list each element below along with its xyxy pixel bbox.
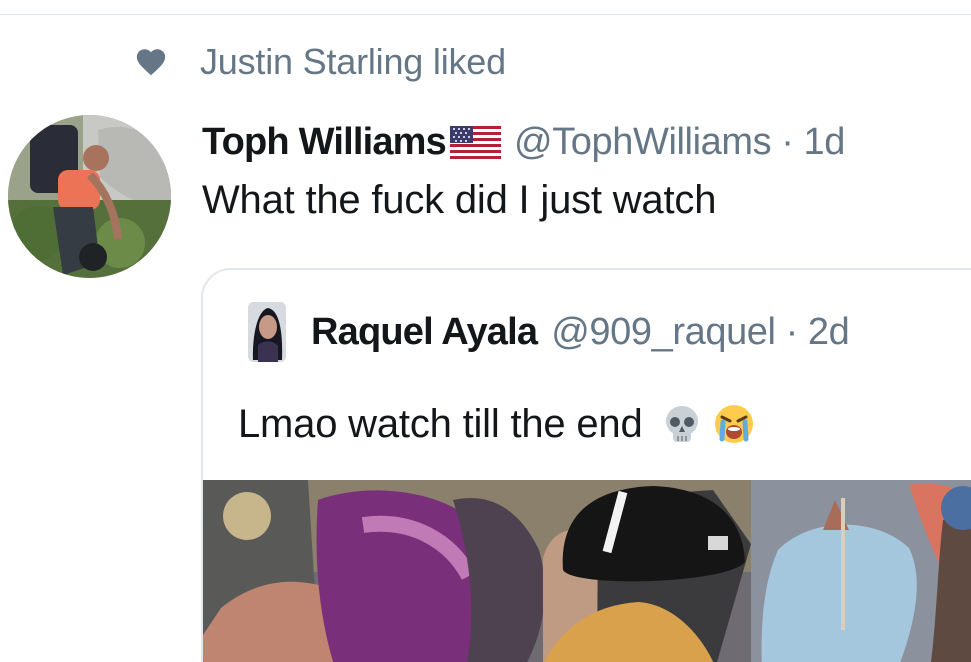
tweet-timestamp[interactable]: 1d — [803, 116, 845, 168]
quoted-tweet-text: Lmao watch till the end — [238, 396, 757, 452]
tweet-text: What the fuck did I just watch — [202, 178, 717, 222]
quoted-tweet-body: Lmao watch till the end — [238, 402, 643, 446]
heart-icon — [136, 49, 166, 76]
quoted-tweet-timestamp[interactable]: 2d — [808, 306, 850, 358]
author-handle[interactable]: @TophWilliams — [514, 116, 772, 168]
avatar-toph-williams[interactable] — [8, 115, 171, 278]
tweet-timeline-screen: Justin Starling liked Toph Williams @Top… — [0, 0, 971, 662]
quoted-author-display-name[interactable]: Raquel Ayala — [311, 306, 538, 358]
quoted-avatar-photo — [248, 302, 286, 362]
video-preview[interactable] — [203, 480, 971, 662]
quoted-author-handle[interactable]: @909_raquel — [551, 306, 776, 358]
social-context-label: Justin Starling liked — [200, 41, 506, 82]
header-separator: · — [781, 121, 794, 163]
us-flag-icon — [450, 125, 502, 159]
top-divider — [0, 14, 971, 15]
author-display-name[interactable]: Toph Williams — [202, 116, 447, 168]
loudly-crying-face-icon — [714, 405, 753, 443]
video-thumbnail — [203, 480, 971, 662]
avatar-photo — [8, 115, 171, 278]
quoted-header-separator: · — [785, 311, 799, 353]
quoted-tweet-header[interactable]: Raquel Ayala @909_raquel · 2d — [311, 306, 850, 358]
quoted-author-avatar[interactable] — [248, 302, 286, 362]
tweet-header[interactable]: Toph Williams @TophWilliams · 1d — [202, 116, 845, 168]
social-context[interactable]: Justin Starling liked — [134, 38, 506, 86]
skull-icon — [665, 406, 698, 442]
quoted-tweet-card[interactable]: Raquel Ayala @909_raquel · 2d Lmao watch… — [201, 268, 971, 662]
